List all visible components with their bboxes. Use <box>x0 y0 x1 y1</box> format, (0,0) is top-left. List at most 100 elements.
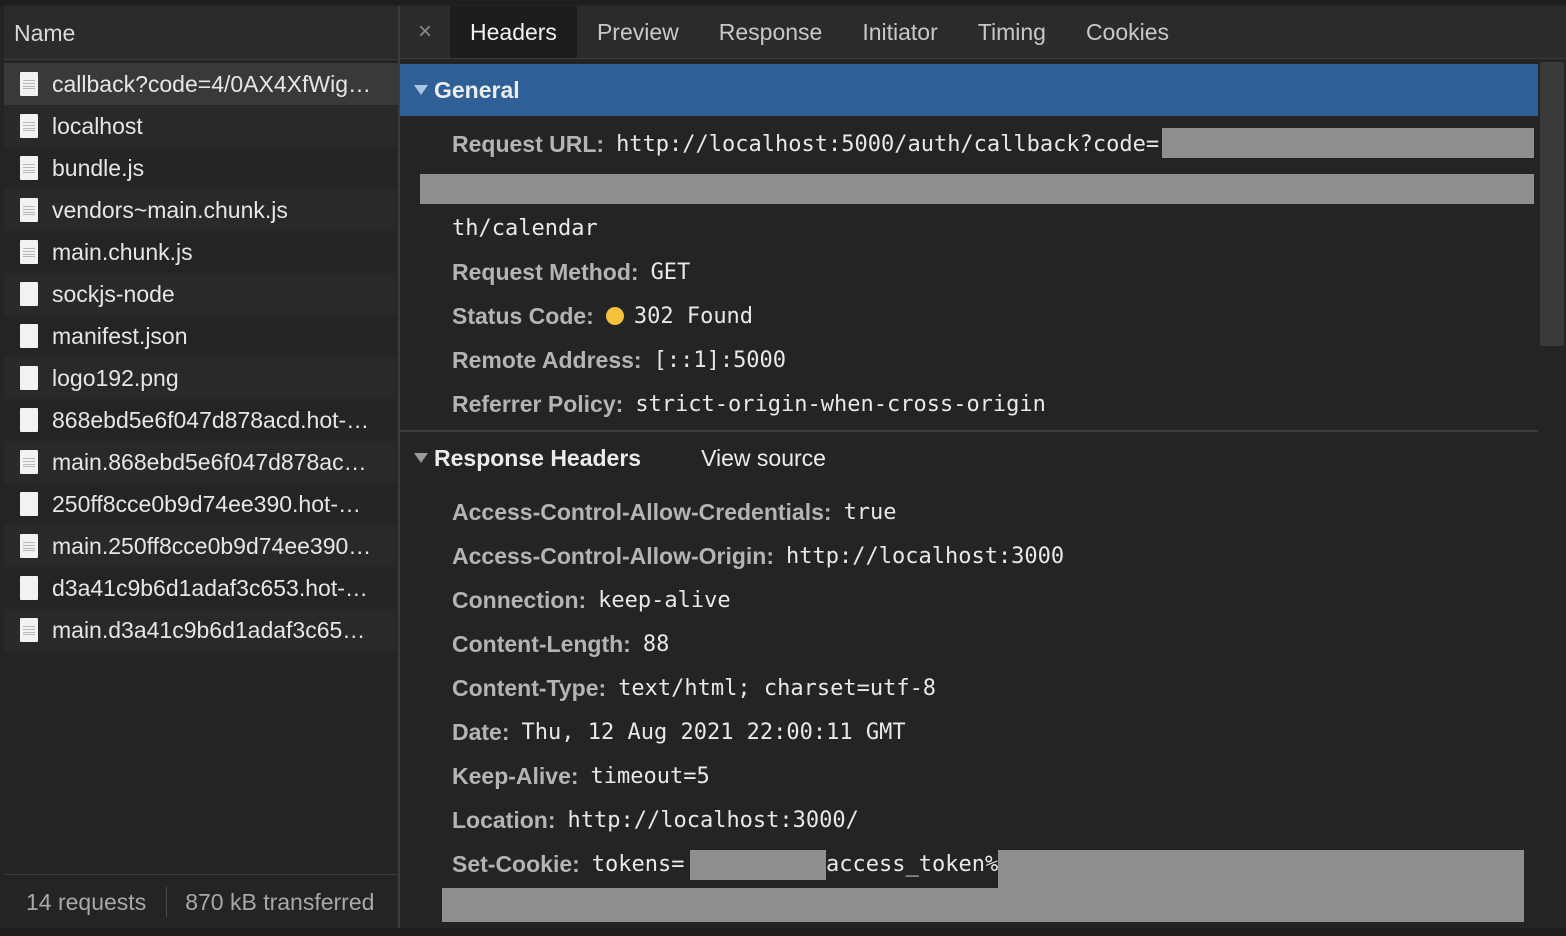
request-name: 250ff8cce0b9d74ee390.hot-… <box>52 490 362 517</box>
request-row[interactable]: sockjs-node <box>4 273 398 315</box>
close-icon[interactable]: × <box>400 18 450 46</box>
tab-cookies[interactable]: Cookies <box>1066 6 1189 58</box>
referrer-policy-row: Referrer Policy: strict-origin-when-cros… <box>452 382 1046 426</box>
request-row[interactable]: main.chunk.js <box>4 231 398 273</box>
request-name: vendors~main.chunk.js <box>52 196 288 223</box>
request-name: localhost <box>52 112 143 139</box>
request-row[interactable]: manifest.json <box>4 315 398 357</box>
request-row[interactable]: bundle.js <box>4 147 398 189</box>
referrer-policy-label: Referrer Policy: <box>452 390 624 417</box>
request-name: main.250ff8cce0b9d74ee390… <box>52 532 372 559</box>
status-dot-icon <box>605 307 624 325</box>
request-name: 868ebd5e6f047d878acd.hot-… <box>52 406 370 433</box>
request-row[interactable]: d3a41c9b6d1adaf3c653.hot-… <box>4 567 398 609</box>
request-row[interactable]: main.250ff8cce0b9d74ee390… <box>4 525 398 567</box>
network-summary-bar: 14 requests 870 kB transferred <box>4 874 398 929</box>
status-code-row: Status Code: 302 Found <box>452 294 753 338</box>
request-row[interactable]: 868ebd5e6f047d878acd.hot-… <box>4 399 398 441</box>
blank-file-icon <box>20 492 38 516</box>
header-name: Date: <box>452 718 510 745</box>
top-edge <box>0 0 1566 5</box>
document-icon <box>20 198 38 222</box>
name-column-header[interactable]: Name <box>4 6 398 60</box>
request-name: main.868ebd5e6f047d878ac… <box>52 448 367 475</box>
response-header-row: Access-Control-Allow-Origin: http://loca… <box>452 534 1064 578</box>
vertical-scrollbar-thumb[interactable] <box>1540 62 1564 346</box>
header-value[interactable]: text/html; charset=utf-8 <box>618 676 936 701</box>
header-value[interactable]: true <box>844 500 897 525</box>
expand-triangle-icon <box>414 85 428 95</box>
request-row[interactable]: logo192.png <box>4 357 398 399</box>
document-icon <box>20 156 38 180</box>
header-name: Access-Control-Allow-Origin: <box>452 542 775 569</box>
document-icon <box>20 114 38 138</box>
response-headers-title: Response Headers <box>434 444 642 471</box>
referrer-policy-value[interactable]: strict-origin-when-cross-origin <box>635 392 1046 417</box>
blank-file-icon <box>20 576 38 600</box>
header-value[interactable]: http://localhost:3000 <box>786 544 1064 569</box>
detail-tab-bar: × Headers Preview Response Initiator Tim… <box>400 6 1566 59</box>
blank-file-icon <box>20 408 38 432</box>
request-row[interactable]: callback?code=4/0AX4XfWig… <box>4 63 398 105</box>
request-method-label: Request Method: <box>452 258 639 285</box>
request-method-row: Request Method: GET <box>452 250 690 294</box>
header-value[interactable]: keep-alive <box>598 588 730 613</box>
header-name: Keep-Alive: <box>452 762 579 789</box>
set-cookie-label: Set-Cookie: <box>452 850 580 877</box>
request-list-panel: Name callback?code=4/0AX4XfWig… localhos… <box>4 6 400 929</box>
response-header-row: Content-Type: text/html; charset=utf-8 <box>452 666 936 710</box>
request-list: callback?code=4/0AX4XfWig… localhost bun… <box>4 63 398 651</box>
request-detail-panel: × Headers Preview Response Initiator Tim… <box>400 6 1566 928</box>
general-section-header[interactable]: General <box>400 64 1538 116</box>
request-name: main.chunk.js <box>52 238 193 265</box>
header-name: Connection: <box>452 586 587 613</box>
remote-address-label: Remote Address: <box>452 346 642 373</box>
request-url-label: Request URL: <box>452 130 605 157</box>
set-cookie-prefix[interactable]: tokens= <box>592 852 685 877</box>
set-cookie-row: Set-Cookie: tokens= <box>452 842 685 886</box>
status-code-value[interactable]: 302 Found <box>634 304 753 329</box>
expand-triangle-icon <box>414 453 428 463</box>
tab-initiator[interactable]: Initiator <box>842 6 957 58</box>
document-icon <box>20 534 38 558</box>
remote-address-row: Remote Address: [::1]:5000 <box>452 338 786 382</box>
header-name: Content-Type: <box>452 674 607 701</box>
document-icon <box>20 450 38 474</box>
redacted-block <box>690 850 826 880</box>
request-row[interactable]: 250ff8cce0b9d74ee390.hot-… <box>4 483 398 525</box>
request-name: main.d3a41c9b6d1adaf3c65… <box>52 616 366 643</box>
request-row[interactable]: main.868ebd5e6f047d878ac… <box>4 441 398 483</box>
request-name: bundle.js <box>52 154 145 181</box>
document-icon <box>20 618 38 642</box>
request-row[interactable]: vendors~main.chunk.js <box>4 189 398 231</box>
header-value[interactable]: 88 <box>643 632 670 657</box>
request-name: d3a41c9b6d1adaf3c653.hot-… <box>52 574 368 601</box>
header-name: Access-Control-Allow-Credentials: <box>452 498 832 525</box>
request-method-value[interactable]: GET <box>651 260 691 285</box>
request-url-value[interactable]: http://localhost:5000/auth/callback?code… <box>616 132 1159 157</box>
header-value[interactable]: http://localhost:3000/ <box>568 808 859 833</box>
tab-response[interactable]: Response <box>699 6 843 58</box>
redacted-block <box>420 174 1534 204</box>
view-source-link[interactable]: View source <box>701 445 826 472</box>
request-name: logo192.png <box>52 364 179 391</box>
response-header-row: Date: Thu, 12 Aug 2021 22:00:11 GMT <box>452 710 906 754</box>
request-name: callback?code=4/0AX4XfWig… <box>52 70 371 97</box>
tab-timing[interactable]: Timing <box>958 6 1066 58</box>
request-name: sockjs-node <box>52 280 175 307</box>
header-value[interactable]: Thu, 12 Aug 2021 22:00:11 GMT <box>522 720 906 745</box>
bottom-edge <box>0 928 1566 936</box>
response-headers-section-header[interactable]: Response Headers View source <box>400 432 1538 484</box>
header-name: Location: <box>452 806 556 833</box>
set-cookie-mid[interactable]: access_token% <box>826 852 998 877</box>
document-icon <box>20 240 38 264</box>
tab-preview[interactable]: Preview <box>577 6 699 58</box>
request-row[interactable]: main.d3a41c9b6d1adaf3c65… <box>4 609 398 651</box>
header-value[interactable]: timeout=5 <box>591 764 710 789</box>
request-url-tail[interactable]: th/calendar <box>452 216 598 241</box>
request-row[interactable]: localhost <box>4 105 398 147</box>
blank-file-icon <box>20 282 38 306</box>
transferred-size: 870 kB transferred <box>185 888 375 915</box>
remote-address-value[interactable]: [::1]:5000 <box>654 348 786 373</box>
tab-headers[interactable]: Headers <box>450 6 577 58</box>
